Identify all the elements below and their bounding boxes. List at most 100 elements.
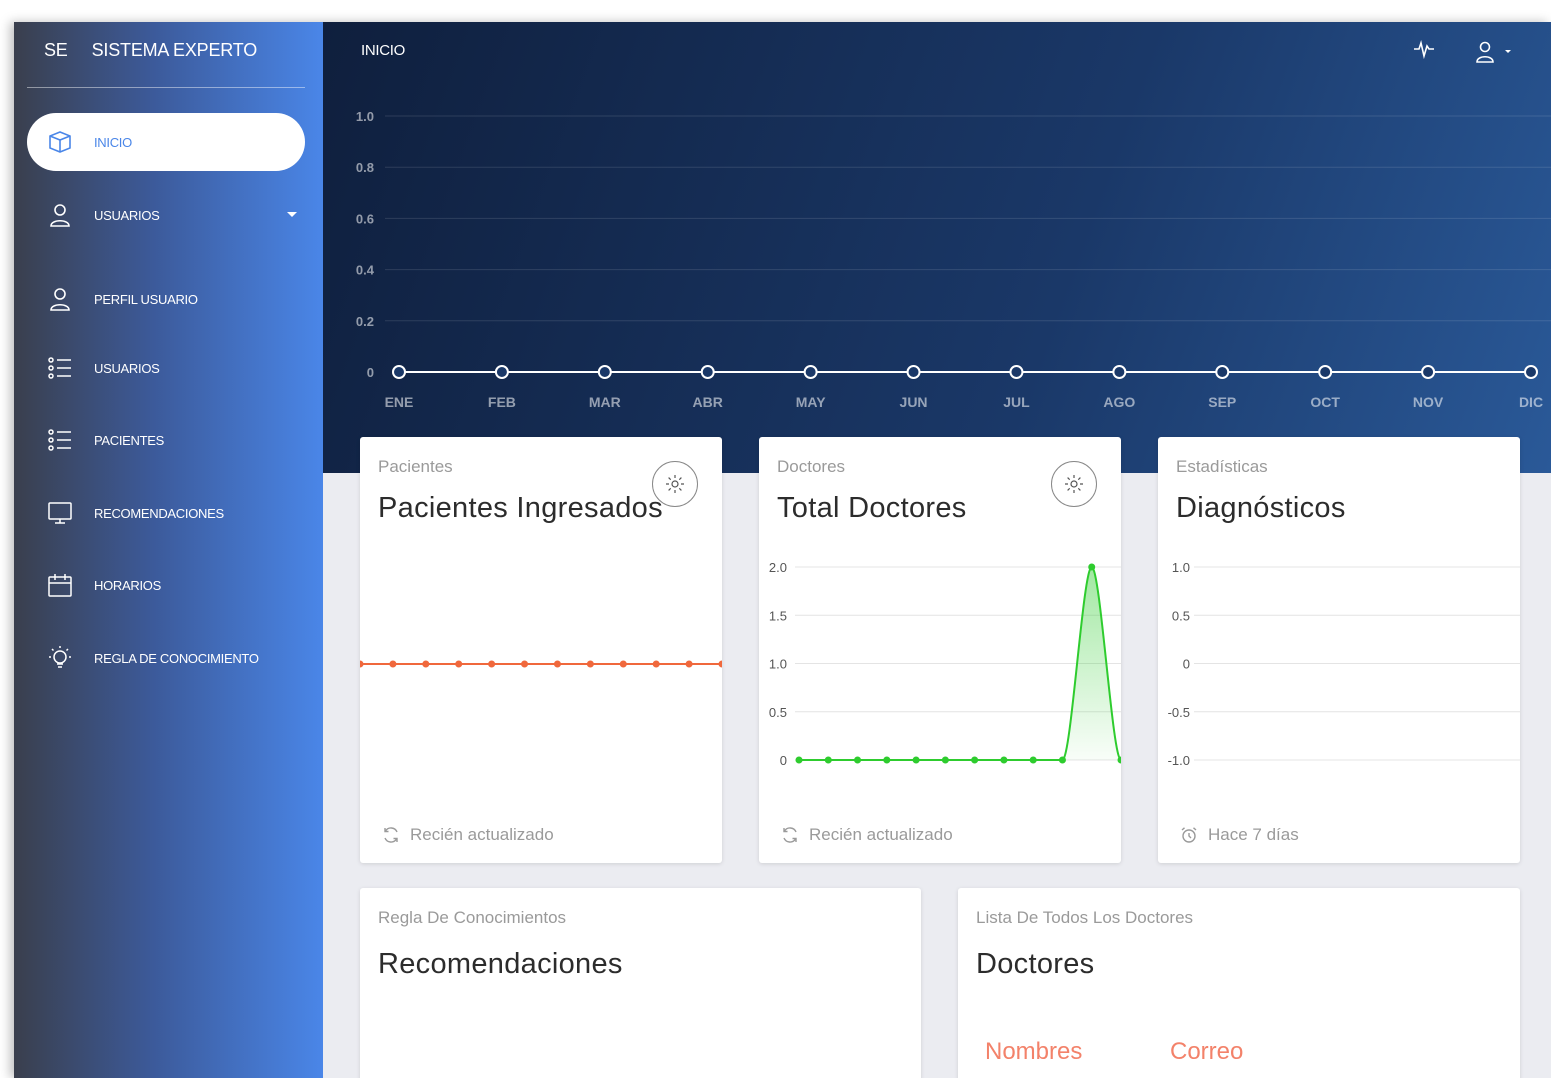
data-point — [488, 660, 496, 668]
data-point — [1000, 756, 1008, 764]
card-category: Doctores — [777, 457, 846, 476]
data-point — [360, 660, 364, 668]
page-title: INICIO — [361, 42, 406, 59]
data-point — [619, 660, 627, 668]
card-category: Lista De Todos Los Doctores — [976, 908, 1194, 927]
gear-icon — [666, 475, 684, 493]
sidebar-item-label: RECOMENDACIONES — [94, 505, 224, 521]
x-tick-label: ENE — [385, 394, 414, 410]
list-icon — [45, 353, 75, 383]
card-category: Estadísticas — [1176, 457, 1268, 476]
activity-icon[interactable] — [1413, 38, 1435, 65]
data-point — [652, 660, 660, 668]
y-tick-label: 0 — [1183, 657, 1190, 672]
data-point — [422, 660, 430, 668]
x-tick-label: NOV — [1413, 394, 1444, 410]
y-tick-label: 0.6 — [356, 211, 374, 226]
card-footer: Hace 7 días — [1180, 825, 1299, 845]
user-icon — [1476, 41, 1494, 63]
card-title: Diagnósticos — [1176, 492, 1346, 524]
data-point — [883, 756, 891, 764]
sidebar-item-recomendaciones[interactable]: RECOMENDACIONES — [27, 484, 305, 542]
x-tick-label: MAY — [796, 394, 826, 410]
y-tick-label: 0.2 — [356, 314, 374, 329]
gear-icon — [1065, 475, 1083, 493]
sidebar-item-perfil-usuario[interactable]: PERFIL USUARIO — [27, 270, 305, 328]
y-tick-label: 0 — [367, 365, 374, 380]
data-point — [912, 756, 920, 764]
card-title: Recomendaciones — [378, 948, 623, 980]
data-point — [795, 756, 803, 764]
x-tick-label: OCT — [1310, 394, 1340, 410]
sidebar-item-usuarios-menu[interactable]: USUARIOS — [27, 186, 305, 244]
card-regla-conocimientos: Regla De Conocimientos Recomendaciones — [360, 888, 921, 1078]
brand-short: SE — [44, 40, 68, 60]
card-title: Total Doctores — [777, 492, 967, 524]
data-point — [597, 365, 612, 379]
data-point — [1421, 365, 1436, 379]
table-header-correo[interactable]: Correo — [1170, 1038, 1243, 1066]
card-footer: Recién actualizado — [781, 825, 953, 845]
sidebar-item-label: USUARIOS — [94, 207, 160, 223]
app-window: SE SISTEMA EXPERTO INICIO USUARIOS PERFI… — [14, 22, 1551, 1078]
gear-button[interactable] — [1051, 461, 1097, 507]
sidebar-item-label: REGLA DE CONOCIMIENTO — [94, 650, 259, 666]
main-line-chart: 1.0 0.8 0.6 0.4 0.2 0 ENE FEB MAR ABR MAY JUN JUL AGO… — [356, 109, 1551, 410]
sidebar-item-inicio[interactable]: INICIO — [27, 113, 305, 171]
footer-text: Recién actualizado — [410, 825, 554, 844]
table-header-nombres[interactable]: Nombres — [985, 1038, 1082, 1066]
x-tick-label: SEP — [1208, 394, 1236, 410]
card-lista-doctores: Lista De Todos Los Doctores Doctores Nom… — [958, 888, 1520, 1078]
footer-text: Recién actualizado — [809, 825, 953, 844]
user-menu[interactable] — [1475, 41, 1511, 63]
card-category: Pacientes — [378, 457, 453, 476]
card-estadisticas: Estadísticas Diagnósticos 1.0 0.5 0 -0.5 -1.… — [1158, 437, 1520, 863]
data-point — [854, 756, 862, 764]
data-point — [1215, 365, 1230, 379]
data-point — [392, 365, 406, 379]
header-panel: INICIO 1.0 0.8 0.6 0.4 0.2 0 ENE FEB MAR ABR MAY JU… — [323, 22, 1551, 473]
y-tick-label: -1.0 — [1168, 753, 1190, 768]
list-icon — [45, 425, 75, 455]
data-point — [1058, 756, 1066, 764]
data-point — [700, 365, 715, 379]
brand-name: SISTEMA EXPERTO — [91, 40, 258, 60]
sidebar-item-horarios[interactable]: HORARIOS — [27, 556, 305, 614]
x-tick-label: FEB — [488, 394, 516, 410]
data-point — [1524, 365, 1538, 379]
gear-button[interactable] — [652, 461, 698, 507]
data-point — [971, 756, 979, 764]
data-point — [824, 756, 832, 764]
data-point — [1029, 756, 1037, 764]
y-tick-label: 1.5 — [769, 608, 787, 623]
sidebar-divider — [27, 87, 305, 88]
card-doctores: Doctores Total Doctores 2.0 1.5 1.0 0.5 0 Re… — [759, 437, 1121, 863]
cube-icon — [45, 127, 75, 157]
refresh-icon — [783, 827, 797, 843]
y-tick-label: 0.8 — [356, 160, 374, 175]
chevron-down-icon — [1505, 50, 1511, 53]
doctores-area-chart: 2.0 1.5 1.0 0.5 0 — [769, 560, 1121, 768]
sidebar: SE SISTEMA EXPERTO INICIO USUARIOS PERFI… — [14, 22, 323, 1078]
sidebar-item-label: INICIO — [94, 134, 132, 150]
sidebar-item-label: PACIENTES — [94, 432, 165, 448]
sidebar-item-regla-conocimiento[interactable]: REGLA DE CONOCIMIENTO — [27, 629, 305, 687]
data-point — [718, 660, 722, 668]
data-point — [521, 660, 529, 668]
y-tick-label: 1.0 — [1172, 560, 1190, 575]
brand[interactable]: SE SISTEMA EXPERTO — [44, 40, 257, 61]
card-footer: Recién actualizado — [382, 825, 554, 845]
sidebar-item-label: USUARIOS — [94, 360, 160, 376]
y-tick-label: 0 — [780, 753, 787, 768]
user-icon — [45, 284, 75, 314]
data-point — [1088, 563, 1096, 571]
sidebar-item-usuarios-lista[interactable]: USUARIOS — [27, 339, 305, 397]
data-point — [455, 660, 463, 668]
y-tick-label: 0.5 — [1172, 608, 1190, 623]
bulb-icon — [45, 643, 75, 673]
y-tick-label: 1.0 — [769, 657, 787, 672]
chevron-down-icon[interactable] — [287, 212, 297, 217]
x-tick-label: AGO — [1103, 394, 1135, 410]
sidebar-item-pacientes[interactable]: PACIENTES — [27, 411, 305, 469]
sidebar-item-label: PERFIL USUARIO — [94, 291, 198, 307]
